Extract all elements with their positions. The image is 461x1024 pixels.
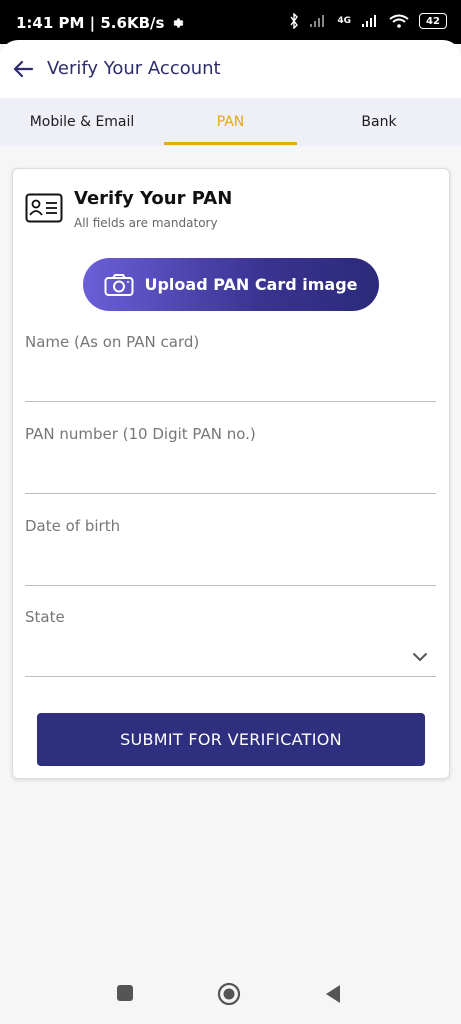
name-field-label: Name (As on PAN card) [25, 333, 200, 351]
bluetooth-icon [290, 13, 299, 29]
settings-gear-icon [173, 18, 184, 28]
network-type-label: 4G [337, 16, 351, 26]
battery-indicator: 42 [419, 13, 447, 29]
id-card-icon [25, 193, 63, 223]
app-header: Verify Your Account [0, 40, 461, 98]
status-time-speed: 1:41 PM | 5.6KB/s [16, 14, 165, 32]
pan-number-field-underline [25, 493, 436, 494]
date-of-birth-field[interactable]: Date of birth [25, 517, 436, 587]
system-nav-bar [0, 968, 461, 1024]
signal-strong-icon [362, 15, 376, 27]
tab-mobile-email[interactable]: Mobile & Email [0, 98, 164, 146]
name-field-underline [25, 401, 436, 402]
status-bar: 1:41 PM | 5.6KB/s 4G 42 [0, 0, 461, 44]
upload-pan-image-button[interactable]: Upload PAN Card image [83, 258, 379, 311]
home-icon[interactable] [217, 982, 241, 1006]
wifi-icon [389, 14, 409, 28]
pan-number-field[interactable]: PAN number (10 Digit PAN no.) [25, 425, 436, 495]
tab-bank[interactable]: Bank [297, 98, 461, 146]
camera-icon [104, 273, 134, 296]
state-field-underline [25, 676, 436, 677]
active-tab-indicator [164, 142, 297, 145]
card-title: Verify Your PAN [74, 188, 233, 209]
signal-weak-icon [310, 15, 325, 27]
verify-pan-card: Verify Your PAN All fields are mandatory… [12, 168, 450, 779]
page-title: Verify Your Account [47, 58, 221, 79]
tab-bar: Mobile & Email PAN Bank [0, 98, 461, 146]
state-field-label: State [25, 608, 65, 626]
date-of-birth-field-label: Date of birth [25, 517, 121, 535]
card-subtitle: All fields are mandatory [74, 216, 218, 230]
recent-apps-icon[interactable] [116, 984, 134, 1002]
upload-label: Upload PAN Card image [144, 275, 358, 294]
name-field[interactable]: Name (As on PAN card) [25, 333, 436, 403]
back-triangle-icon[interactable] [324, 984, 342, 1004]
back-button[interactable] [10, 56, 36, 82]
arrow-left-icon [13, 60, 34, 78]
chevron-down-icon[interactable] [412, 652, 428, 662]
tab-pan[interactable]: PAN [164, 98, 297, 146]
status-right: 4G 42 [289, 13, 447, 29]
state-dropdown[interactable]: State [25, 608, 436, 678]
submit-for-verification-button[interactable]: SUBMIT FOR VERIFICATION [37, 713, 425, 766]
pan-number-field-label: PAN number (10 Digit PAN no.) [25, 425, 256, 443]
status-left: 1:41 PM | 5.6KB/s [16, 14, 184, 32]
date-of-birth-field-underline [25, 585, 436, 586]
